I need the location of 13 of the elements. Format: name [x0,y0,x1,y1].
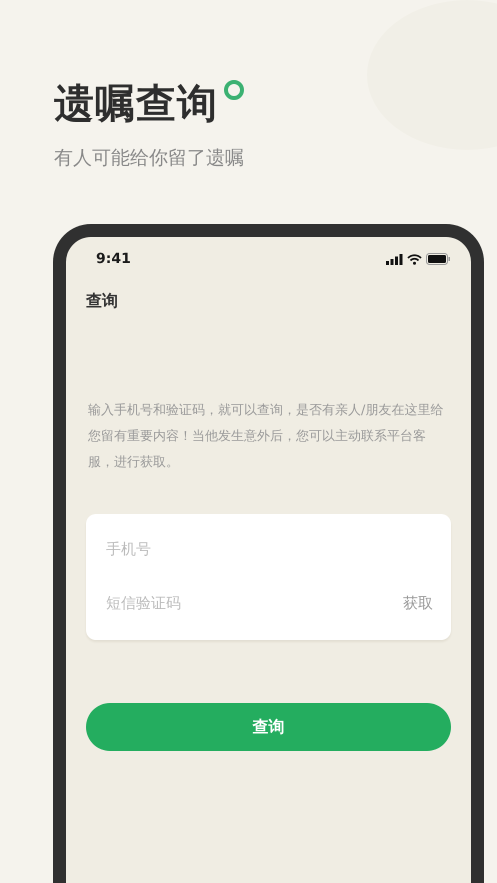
phone-input[interactable]: 手机号 [106,540,433,558]
get-code-button[interactable]: 获取 [403,594,433,612]
page-title: 查询 [86,291,119,312]
code-input[interactable]: 短信验证码 [106,594,403,612]
status-time: 9:41 [96,251,131,267]
signal-icon [386,254,403,264]
ring-icon [224,80,244,100]
wifi-icon [407,254,422,264]
description: 输入手机号和验证码，就可以查询，是否有亲人/朋友在这里给您留有重要内容！当他发生意外后，您可以主动联系平台客服，进行获取。 [87,402,444,472]
headline: 遗嘱查询 [54,80,218,129]
query-button[interactable]: 查询 [86,703,451,751]
subtitle: 有人可能给你留了遗嘱 [54,146,245,171]
battery-icon [426,253,451,265]
